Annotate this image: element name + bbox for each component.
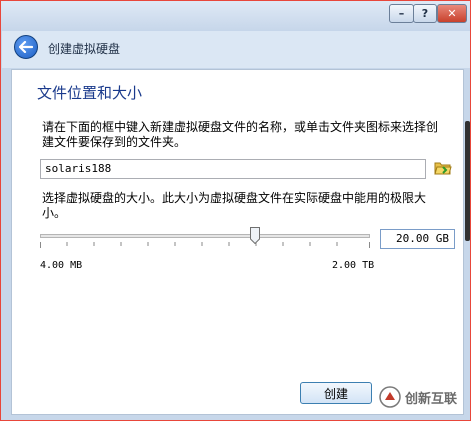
page-title: 文件位置和大小 (37, 84, 143, 102)
title-bar: – ? ✕ (1, 1, 470, 31)
watermark-text: 创新互联 (405, 391, 458, 407)
folder-icon (434, 162, 452, 175)
size-slider-thumb[interactable] (249, 227, 260, 244)
back-button[interactable] (14, 35, 38, 59)
file-name-input[interactable]: solaris188 (40, 159, 426, 179)
choose-folder-button[interactable] (434, 159, 452, 177)
size-max-label: 2.00 TB (332, 260, 375, 271)
size-min-label: 4.00 MB (40, 260, 83, 271)
help-button[interactable]: ? (413, 4, 437, 23)
size-slider-track[interactable] (40, 234, 370, 238)
wizard-title: 创建虚拟硬盘 (48, 42, 121, 56)
wizard-header: 创建虚拟硬盘 (2, 31, 470, 68)
close-button[interactable]: ✕ (437, 4, 467, 23)
size-input[interactable]: 20.00 GB (380, 229, 455, 249)
back-arrow-icon (19, 41, 33, 53)
minimize-button[interactable]: – (389, 4, 414, 23)
size-description: 选择虚拟硬盘的大小。此大小为虚拟硬盘文件在实际硬盘中能用的极限大小。 (42, 191, 427, 220)
dialog-window: – ? ✕ 创建虚拟硬盘 文件位置和大小 请在下面的框中键入新建虚拟硬盘文件的名… (0, 0, 471, 421)
wizard-page: 文件位置和大小 请在下面的框中键入新建虚拟硬盘文件的名称，或单击文件夹图标来选择… (11, 69, 464, 415)
watermark: 创新互联 (379, 386, 457, 408)
create-button[interactable]: 创建 (300, 382, 372, 404)
location-description: 请在下面的框中键入新建虚拟硬盘文件的名称，或单击文件夹图标来选择创建文件要保存到… (42, 120, 439, 149)
scrollbar[interactable] (465, 121, 470, 241)
slider-ticks (40, 242, 370, 248)
watermark-logo-icon (379, 386, 401, 408)
